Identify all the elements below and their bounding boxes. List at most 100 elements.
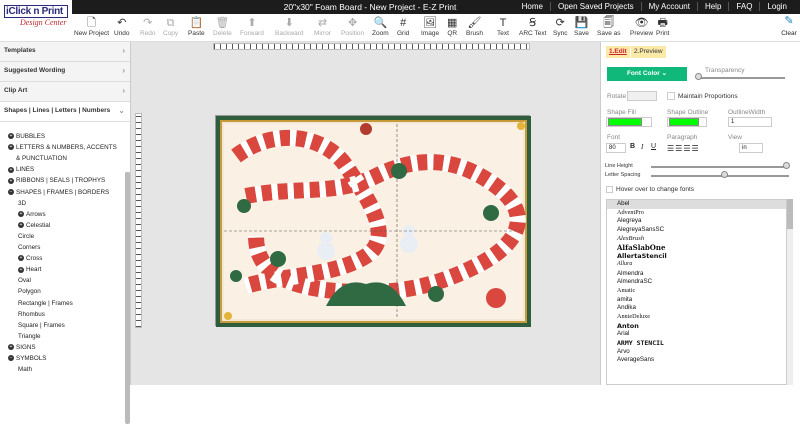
- topnav-link-home[interactable]: Home: [515, 2, 550, 11]
- tab-edit[interactable]: 1.Edit: [606, 46, 630, 58]
- tree-item--punctuation[interactable]: & PUNCTUATION: [16, 155, 67, 162]
- outline-width-input[interactable]: 1: [728, 117, 772, 127]
- font-option-amita[interactable]: amita: [607, 296, 786, 305]
- tree-item-rectangle-frames[interactable]: Rectangle | Frames: [18, 300, 73, 307]
- tree-item-rhombus[interactable]: Rhombus: [18, 311, 45, 318]
- view-unit-select[interactable]: in: [739, 143, 763, 153]
- toolbar-grid-button[interactable]: # Grid: [397, 16, 409, 40]
- toolbar-save-as-button[interactable]: 🗐 Save as: [597, 16, 621, 40]
- toolbar-brush-button[interactable]: 🖌 Brush: [466, 16, 483, 40]
- font-option-arial[interactable]: Arial: [607, 330, 786, 339]
- font-option-abel[interactable]: Abel: [607, 200, 786, 209]
- topnav-link-my-account[interactable]: My Account: [640, 2, 697, 11]
- font-option-army-stencil[interactable]: ARMY STENCIL: [607, 339, 786, 348]
- transparency-knob[interactable]: [695, 73, 702, 80]
- accordion-templates[interactable]: Templates ›: [0, 42, 130, 62]
- maintain-label: Maintain Proportions: [678, 93, 738, 100]
- foam-board-artwork[interactable]: [215, 115, 531, 327]
- font-option-anniedeluxe[interactable]: AnnieDeluxe: [607, 313, 786, 322]
- accordion-shapes-lines-letters-numbers[interactable]: Shapes | Lines | Letters | Numbers ⌄: [0, 102, 130, 122]
- font-option-andika[interactable]: Andika: [607, 304, 786, 313]
- font-option-adventpro[interactable]: AdventPro: [607, 209, 786, 218]
- rotate-input[interactable]: [627, 91, 657, 101]
- topnav-link-help[interactable]: Help: [696, 2, 728, 11]
- toolbar-preview-button[interactable]: 👁 Preview: [630, 16, 653, 40]
- hover-checkbox[interactable]: [606, 186, 613, 193]
- left-scroll-thumb[interactable]: [125, 172, 130, 424]
- tree-item-triangle[interactable]: Triangle: [18, 333, 41, 340]
- tree-item-symbols[interactable]: − SYMBOLS: [8, 355, 46, 362]
- tree-item-math[interactable]: Math: [18, 366, 32, 373]
- tab-preview[interactable]: 2.Preview: [631, 46, 666, 58]
- toolbar-new-project-button[interactable]: 🗋 New Project: [74, 16, 109, 40]
- tree-item-cross[interactable]: + Cross: [18, 255, 42, 262]
- transparency-slider[interactable]: [699, 77, 785, 79]
- font-color-button[interactable]: Font Color ⌄: [607, 67, 687, 81]
- font-option-arvo[interactable]: Arvo: [607, 348, 786, 357]
- topnav-link-faq[interactable]: FAQ: [728, 2, 759, 11]
- italic-button[interactable]: I: [641, 143, 643, 151]
- toolbar-label: Paste: [188, 30, 205, 37]
- toolbar-image-button[interactable]: 🖼 Image: [421, 16, 439, 40]
- font-size-select[interactable]: 80: [606, 143, 626, 153]
- paragraph-align-buttons[interactable]: ☰☰☰☰: [667, 144, 700, 153]
- font-option-alegreyasanssc[interactable]: AlegreyaSansSC: [607, 226, 786, 235]
- sync-icon: ⟳: [555, 17, 565, 29]
- tree-item-letters-numbers-accents[interactable]: + LETTERS & NUMBERS, ACCENTS: [8, 144, 117, 151]
- font-option-alexbrush[interactable]: AlexBrush: [607, 235, 786, 244]
- topnav-link-login[interactable]: Login: [759, 2, 794, 11]
- toolbar-label: Forward: [240, 30, 264, 37]
- maintain-checkbox[interactable]: [667, 92, 675, 100]
- toolbar-text-button[interactable]: T Text: [497, 16, 509, 40]
- font-list-scrollbar[interactable]: [787, 199, 793, 385]
- line-height-slider[interactable]: [651, 166, 789, 168]
- tree-item-heart[interactable]: + Heart: [18, 266, 41, 273]
- font-option-alegreya[interactable]: Alegreya: [607, 217, 786, 226]
- topnav-link-open-saved-projects[interactable]: Open Saved Projects: [549, 2, 641, 11]
- toolbar-zoom-button[interactable]: 🔍 Zoom: [372, 16, 389, 40]
- accordion-suggested-wording[interactable]: Suggested Wording ›: [0, 62, 130, 82]
- tree-item-corners[interactable]: Corners: [18, 244, 40, 251]
- underline-button[interactable]: U: [651, 143, 656, 150]
- tree-item-label: LINES: [16, 166, 35, 174]
- chevron-down-icon: ⌄: [118, 106, 125, 115]
- font-scroll-thumb[interactable]: [787, 199, 793, 229]
- font-option-almendrasc[interactable]: AlmendraSC: [607, 278, 786, 287]
- toolbar-qr-button[interactable]: ▦ QR: [447, 16, 457, 40]
- toolbar-label: Position: [341, 30, 365, 37]
- letter-spacing-slider[interactable]: [651, 175, 789, 177]
- tree-item-arrows[interactable]: + Arrows: [18, 211, 46, 218]
- tree-item-square-frames[interactable]: Square | Frames: [18, 322, 65, 329]
- line-height-knob[interactable]: [783, 162, 790, 169]
- toolbar-undo-button[interactable]: ↶ Undo: [114, 16, 130, 40]
- tree-item-lines[interactable]: + LINES: [8, 166, 34, 173]
- font-option-allertastencil[interactable]: AllertaStencil: [607, 252, 786, 261]
- toolbar-print-button[interactable]: 🖶 Print: [656, 16, 669, 40]
- tree-item-bubbles[interactable]: + BUBBLES: [8, 133, 45, 140]
- tree-item-oval[interactable]: Oval: [18, 277, 31, 284]
- accordion-clip-art[interactable]: Clip Art ›: [0, 82, 130, 102]
- toolbar-arc-text-button[interactable]: Ꞩ ARC Text: [519, 16, 546, 40]
- tree-item-celestial[interactable]: + Celestial: [18, 222, 50, 229]
- clear-button[interactable]: ✎ Clear: [778, 14, 800, 42]
- font-option-anton[interactable]: Anton: [607, 322, 786, 331]
- toolbar-save-button[interactable]: 💾 Save: [574, 16, 589, 40]
- letter-spacing-knob[interactable]: [721, 171, 728, 178]
- tree-item-shapes-frames-borders[interactable]: − SHAPES | FRAMES | BORDERS: [8, 189, 109, 196]
- tree-item-signs[interactable]: + SIGNS: [8, 344, 36, 351]
- brand-logo[interactable]: iClick n Print Design Center: [0, 0, 72, 36]
- bold-button[interactable]: B: [630, 143, 635, 150]
- toolbar-sync-button[interactable]: ⟳ Sync: [553, 16, 567, 40]
- font-option-amatic[interactable]: Amatic: [607, 287, 786, 296]
- tree-item-3d[interactable]: 3D: [18, 200, 26, 207]
- font-option-averagesans[interactable]: AverageSans: [607, 356, 786, 365]
- tree-item-ribbons-seals-trophys[interactable]: + RIBBONS | SEALS | TROPHYS: [8, 177, 105, 184]
- toolbar-paste-button[interactable]: 📋 Paste: [188, 16, 205, 40]
- font-option-almendra[interactable]: Almendra: [607, 270, 786, 279]
- tree-item-polygon[interactable]: Polygon: [18, 288, 41, 295]
- font-list[interactable]: Abel AdventPro Alegreya AlegreyaSansSC AlexB…: [606, 199, 787, 385]
- font-option-allura[interactable]: Allura: [607, 261, 786, 270]
- toolbar-label: Mirror: [314, 30, 331, 37]
- tree-item-circle[interactable]: Circle: [18, 233, 34, 240]
- font-option-alfaslabone[interactable]: AlfaSlabOne: [607, 243, 786, 252]
